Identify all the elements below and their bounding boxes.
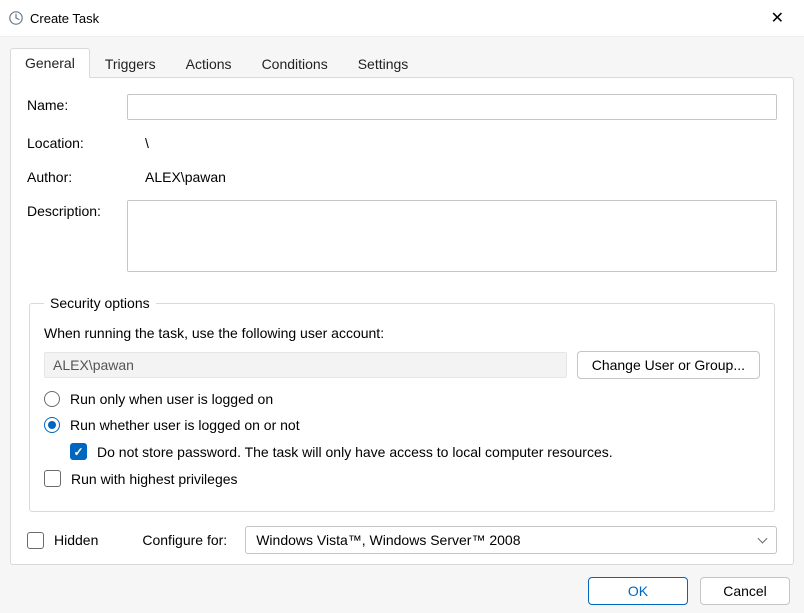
name-label: Name:: [27, 94, 127, 113]
button-label: Change User or Group...: [592, 357, 745, 373]
tab-conditions[interactable]: Conditions: [247, 49, 343, 78]
row-author: Author: ALEX\pawan: [27, 166, 777, 188]
checkbox-hidden[interactable]: [27, 532, 44, 549]
checkbox-highest-privileges[interactable]: [44, 470, 61, 487]
tab-triggers[interactable]: Triggers: [90, 49, 171, 78]
radio-label: Run whether user is logged on or not: [70, 417, 300, 433]
radio-logged-on[interactable]: [44, 391, 60, 407]
name-input[interactable]: [127, 94, 777, 120]
button-label: Cancel: [723, 583, 767, 599]
row-description: Description:: [27, 200, 777, 275]
radio-whether[interactable]: [44, 417, 60, 433]
radio-row-whether[interactable]: Run whether user is logged on or not: [44, 417, 760, 433]
close-icon[interactable]: ✕: [763, 4, 792, 32]
author-value: ALEX\pawan: [127, 166, 777, 188]
checkbox-label: Hidden: [54, 532, 98, 548]
row-name: Name:: [27, 94, 777, 120]
window-title: Create Task: [30, 11, 99, 26]
security-options-group: Security options When running the task, …: [29, 295, 775, 512]
dialog-buttons: OK Cancel: [10, 565, 794, 605]
configure-for-select[interactable]: Windows Vista™, Windows Server™ 2008: [245, 526, 777, 554]
titlebar: Create Task ✕: [0, 0, 804, 36]
clock-icon: [8, 10, 24, 26]
tab-panel-general: Name: Location: \ Author: ALEX\pawan Des…: [10, 77, 794, 565]
checkbox-label: Run with highest privileges: [71, 471, 238, 487]
description-label: Description:: [27, 200, 127, 219]
checkbox-label: Do not store password. The task will onl…: [97, 444, 613, 460]
button-label: OK: [628, 583, 648, 599]
radio-label: Run only when user is logged on: [70, 391, 273, 407]
ok-button[interactable]: OK: [588, 577, 688, 605]
titlebar-left: Create Task: [8, 10, 99, 26]
radio-row-logged-on[interactable]: Run only when user is logged on: [44, 391, 760, 407]
check-row-no-password[interactable]: Do not store password. The task will onl…: [70, 443, 760, 460]
row-location: Location: \: [27, 132, 777, 154]
select-value: Windows Vista™, Windows Server™ 2008: [256, 532, 520, 548]
location-label: Location:: [27, 132, 127, 151]
check-row-highest[interactable]: Run with highest privileges: [44, 470, 760, 487]
author-label: Author:: [27, 166, 127, 185]
tab-label: Settings: [358, 56, 409, 72]
security-legend: Security options: [44, 295, 156, 311]
security-caption: When running the task, use the following…: [44, 325, 760, 341]
tab-label: Actions: [186, 56, 232, 72]
tab-strip: General Triggers Actions Conditions Sett…: [10, 47, 794, 77]
configure-for-label: Configure for:: [142, 532, 227, 548]
change-user-button[interactable]: Change User or Group...: [577, 351, 760, 379]
tab-settings[interactable]: Settings: [343, 49, 424, 78]
security-account-row: Change User or Group...: [44, 351, 760, 379]
tab-actions[interactable]: Actions: [171, 49, 247, 78]
checkbox-no-password[interactable]: [70, 443, 87, 460]
dialog-body: General Triggers Actions Conditions Sett…: [0, 36, 804, 613]
tab-label: Triggers: [105, 56, 156, 72]
description-input[interactable]: [127, 200, 777, 272]
tab-label: Conditions: [262, 56, 328, 72]
tab-label: General: [25, 55, 75, 71]
account-input: [44, 352, 567, 378]
location-value: \: [127, 132, 777, 154]
check-row-hidden[interactable]: Hidden: [27, 532, 98, 549]
bottom-row: Hidden Configure for: Windows Vista™, Wi…: [27, 526, 777, 554]
cancel-button[interactable]: Cancel: [700, 577, 790, 605]
tab-general[interactable]: General: [10, 48, 90, 78]
